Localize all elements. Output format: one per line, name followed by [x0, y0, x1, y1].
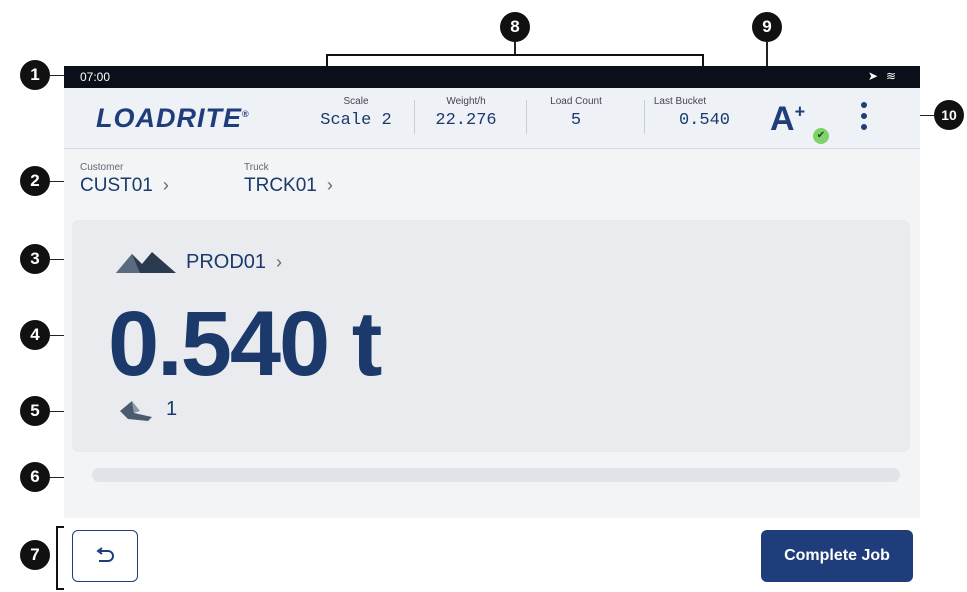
callout-2-leader — [50, 181, 64, 182]
chevron-right-icon: › — [326, 175, 333, 195]
status-bar: 07:00 ➤≋ — [64, 66, 920, 88]
bucket-counter: 1 — [118, 398, 177, 421]
undo-icon — [96, 547, 114, 562]
chevron-right-icon: › — [162, 175, 169, 195]
callout-4-leader — [50, 335, 64, 336]
stat-last-bucket-value: 0.540 — [678, 111, 730, 130]
stat-last-bucket: Last Bucket 0.540 — [630, 96, 730, 140]
bucket-count: 1 — [166, 398, 178, 420]
callout-1-leader — [50, 75, 64, 76]
truck-selector[interactable]: Truck TRCK01 › — [244, 162, 333, 197]
product-selector[interactable]: PROD01 › — [114, 250, 282, 274]
callout-2: 2 — [20, 166, 50, 196]
callout-9: 9 — [752, 12, 782, 42]
wifi-icon: ≋ — [885, 69, 904, 83]
customer-value: CUST01 — [80, 175, 153, 196]
callout-5: 5 — [20, 396, 50, 426]
divider — [526, 100, 527, 134]
stat-load-count-label: Load Count — [550, 96, 602, 107]
callout-8-leader — [514, 42, 516, 54]
callout-6-leader — [50, 477, 64, 478]
location-arrow-icon: ➤ — [867, 69, 886, 83]
callout-8: 8 — [500, 12, 530, 42]
complete-job-button[interactable]: Complete Job — [761, 530, 913, 582]
customer-label: Customer — [80, 162, 124, 173]
material-pile-icon — [116, 252, 176, 273]
load-progress-bar — [92, 468, 900, 482]
stat-weight-per-hour-label: Weight/h — [446, 96, 486, 107]
stat-last-bucket-label: Last Bucket — [653, 96, 707, 107]
callout-6: 6 — [20, 462, 50, 492]
app-screen: 07:00 ➤≋ LOADRITE® Scale Scale 2 Weight/… — [64, 66, 920, 592]
callout-8-bracket — [326, 54, 704, 66]
stat-load-count-value: 5 — [570, 111, 582, 130]
callout-10-leader — [920, 115, 934, 116]
customer-selector[interactable]: Customer CUST01 › — [80, 162, 169, 197]
status-icons: ➤≋ — [868, 69, 904, 83]
current-weight: 0.540 t — [108, 293, 382, 395]
stat-weight-per-hour-value: 22.276 — [435, 111, 497, 130]
callout-4: 4 — [20, 320, 50, 350]
app-header: LOADRITE® Scale Scale 2 Weight/h 22.276 … — [64, 88, 920, 149]
callout-3-leader — [50, 259, 64, 260]
footer-bar: Complete Job — [64, 518, 920, 592]
chevron-right-icon: › — [276, 251, 283, 272]
loadrite-logo: LOADRITE® — [96, 103, 250, 133]
stat-scale-label: Scale — [343, 96, 369, 107]
more-menu-icon[interactable] — [859, 102, 869, 136]
callout-1: 1 — [20, 60, 50, 90]
truck-value: TRCK01 — [244, 175, 317, 196]
stat-load-count: Load Count 5 — [536, 96, 616, 140]
aplus-status[interactable]: A+ — [770, 100, 805, 139]
product-name: PROD01 — [186, 250, 267, 273]
callout-5-leader — [50, 411, 64, 412]
status-time: 07:00 — [80, 70, 111, 84]
weight-card: PROD01 › 0.540 t 1 — [72, 220, 910, 452]
callout-9-leader — [766, 42, 768, 66]
stat-scale[interactable]: Scale Scale 2 — [316, 96, 396, 140]
bucket-icon — [120, 400, 152, 421]
check-icon: ✔ — [813, 128, 829, 144]
stat-weight-per-hour: Weight/h 22.276 — [422, 96, 510, 140]
stat-scale-value: Scale 2 — [320, 111, 392, 130]
callout-3: 3 — [20, 244, 50, 274]
callout-7: 7 — [20, 540, 50, 570]
divider — [414, 100, 415, 134]
undo-button[interactable] — [72, 530, 138, 582]
callout-10: 10 — [934, 100, 964, 130]
truck-label: Truck — [244, 162, 269, 173]
